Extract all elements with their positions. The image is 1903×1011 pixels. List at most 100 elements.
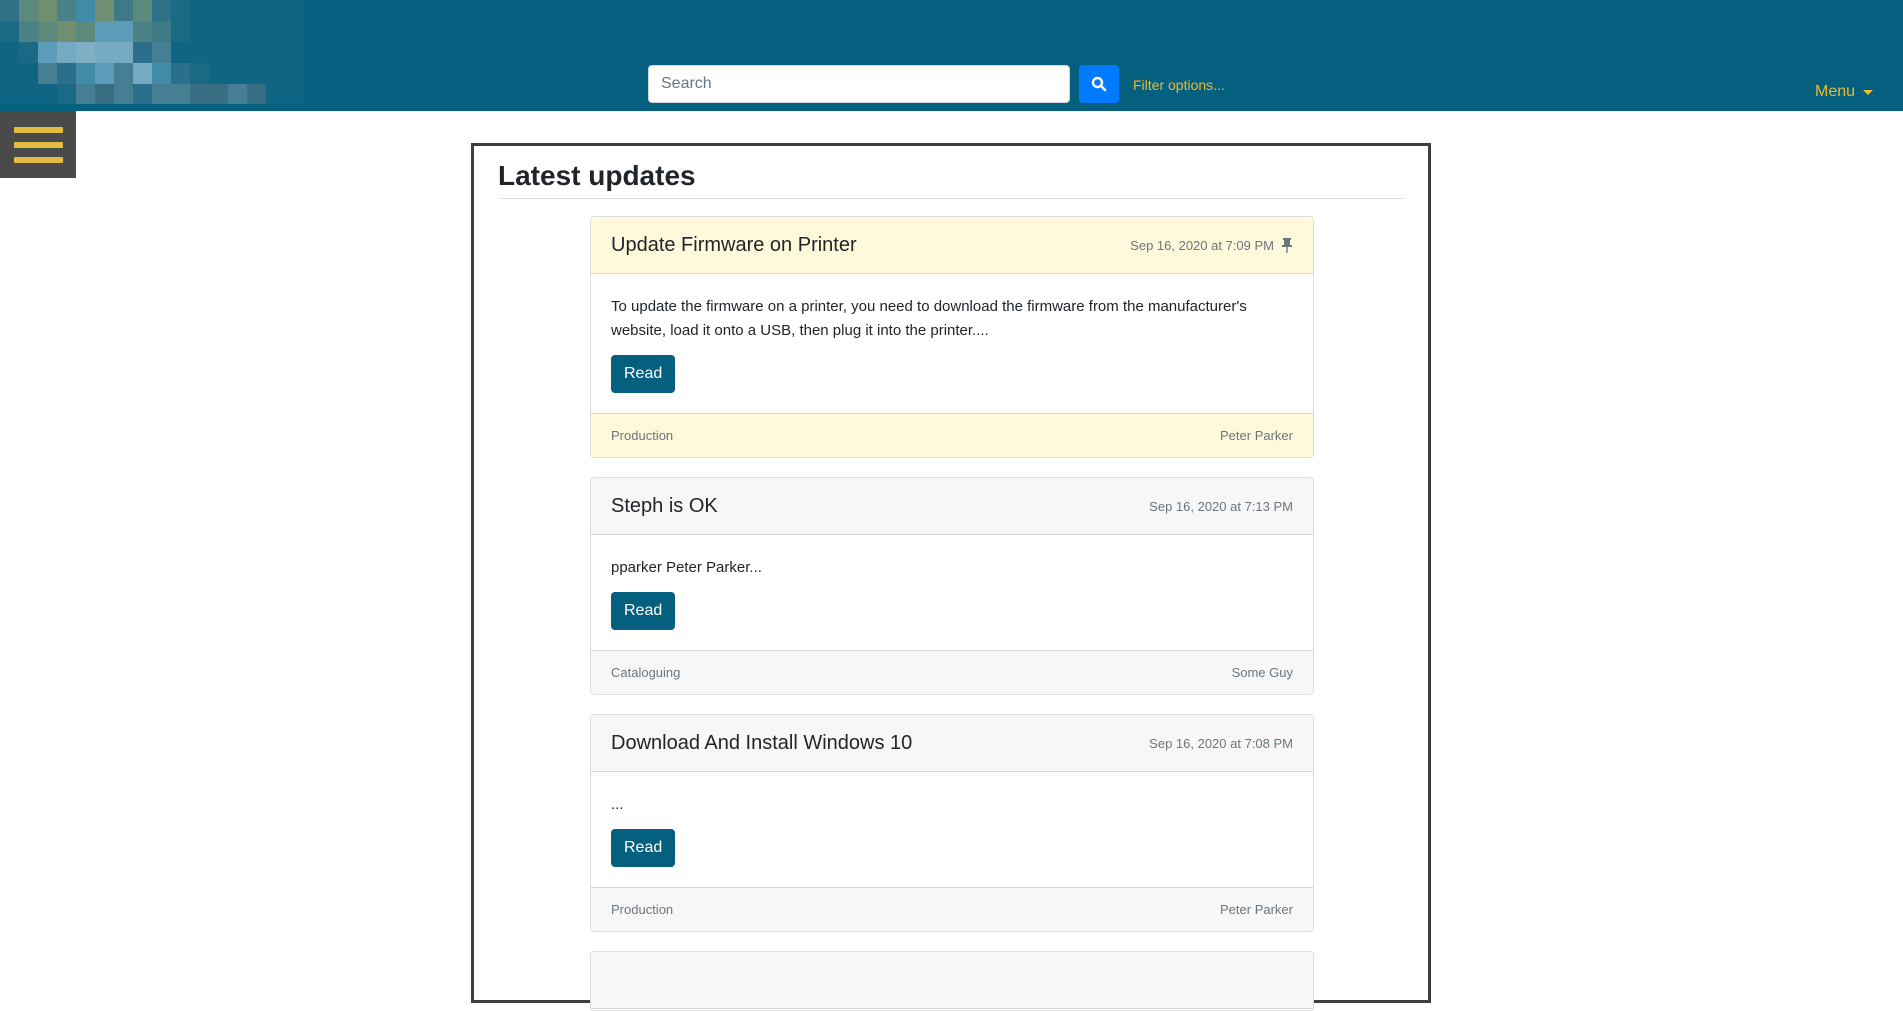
card-meta: Sep 16, 2020 at 7:08 PM bbox=[1149, 736, 1293, 751]
hamburger-icon-bar bbox=[13, 156, 63, 163]
menu-dropdown-toggle[interactable]: Menu bbox=[1815, 83, 1874, 101]
menu-label: Menu bbox=[1815, 83, 1856, 100]
logo-pixel bbox=[266, 42, 285, 63]
logo-pixel bbox=[285, 21, 304, 42]
logo-pixel bbox=[171, 0, 190, 21]
logo-pixel bbox=[209, 84, 228, 104]
logo-pixel bbox=[38, 42, 57, 63]
logo-pixel bbox=[266, 84, 285, 104]
page-title: Latest updates bbox=[498, 160, 696, 191]
card-header: Steph is OK Sep 16, 2020 at 7:13 PM bbox=[591, 478, 1313, 535]
site-logo[interactable] bbox=[0, 0, 304, 104]
card-footer: Cataloguing Some Guy bbox=[591, 650, 1313, 694]
read-button[interactable]: Read bbox=[611, 592, 676, 630]
logo-pixel bbox=[38, 84, 57, 104]
card-date: Sep 16, 2020 at 7:13 PM bbox=[1149, 498, 1293, 514]
card-excerpt: pparker Peter Parker... bbox=[611, 559, 762, 576]
logo-pixel bbox=[285, 84, 304, 104]
logo-pixel bbox=[114, 21, 133, 42]
logo-pixel bbox=[0, 21, 19, 42]
logo-pixel bbox=[285, 63, 304, 84]
hamburger-icon-bar bbox=[13, 126, 63, 133]
logo-pixel bbox=[171, 21, 190, 42]
logo-pixel bbox=[76, 42, 95, 63]
logo-pixel bbox=[38, 0, 57, 21]
logo-pixel bbox=[114, 63, 133, 84]
logo-pixel bbox=[76, 84, 95, 104]
logo-pixel bbox=[190, 63, 209, 84]
card-category: Production bbox=[611, 902, 674, 917]
logo-pixel bbox=[133, 84, 152, 104]
logo-pixel bbox=[285, 42, 304, 63]
logo-pixel bbox=[19, 84, 38, 104]
logo-pixel bbox=[171, 63, 190, 84]
logo-pixel bbox=[152, 21, 171, 42]
logo-pixel bbox=[57, 84, 76, 104]
logo-pixel bbox=[171, 84, 190, 104]
hamburger-menu-button[interactable] bbox=[0, 111, 76, 178]
logo-pixel bbox=[114, 0, 133, 21]
update-card: Update Firmware on Printer Sep 16, 2020 … bbox=[590, 216, 1314, 458]
logo-pixel bbox=[247, 63, 266, 84]
logo-pixel bbox=[114, 84, 133, 104]
top-navbar: Filter options... Menu bbox=[0, 0, 1903, 111]
logo-pixel bbox=[190, 42, 209, 63]
logo-pixel bbox=[209, 42, 228, 63]
card-excerpt: To update the firmware on a printer, you… bbox=[611, 298, 1247, 339]
logo-pixel bbox=[19, 0, 38, 21]
logo-pixel bbox=[0, 0, 19, 21]
update-card: Download And Install Windows 10 Sep 16, … bbox=[590, 714, 1314, 932]
logo-pixel bbox=[19, 21, 38, 42]
logo-pixel bbox=[0, 42, 19, 63]
logo-pixel bbox=[247, 21, 266, 42]
logo-pixel bbox=[95, 42, 114, 63]
logo-pixel bbox=[133, 21, 152, 42]
logo-pixel bbox=[266, 21, 285, 42]
card-title: Steph is OK bbox=[611, 494, 718, 517]
logo-pixel bbox=[38, 21, 57, 42]
logo-pixel bbox=[228, 0, 247, 21]
logo-pixel bbox=[190, 0, 209, 21]
card-author: Peter Parker bbox=[1220, 428, 1293, 443]
logo-pixel bbox=[171, 42, 190, 63]
card-title: Download And Install Windows 10 bbox=[611, 731, 913, 754]
read-button[interactable]: Read bbox=[611, 829, 676, 867]
search-input[interactable] bbox=[648, 65, 1070, 103]
filter-options-link[interactable]: Filter options... bbox=[1133, 77, 1225, 93]
logo-pixel bbox=[152, 0, 171, 21]
search-button[interactable] bbox=[1079, 65, 1119, 103]
card-title: Update Firmware on Printer bbox=[611, 233, 857, 256]
logo-pixel bbox=[95, 63, 114, 84]
logo-pixel bbox=[57, 42, 76, 63]
card-date: Sep 16, 2020 at 7:09 PM bbox=[1130, 237, 1274, 253]
card-category: Production bbox=[611, 428, 674, 443]
read-button[interactable]: Read bbox=[611, 355, 676, 393]
caret-down-icon bbox=[1863, 89, 1874, 95]
logo-pixel bbox=[133, 0, 152, 21]
latest-updates-panel: Latest updates Update Firmware on Printe… bbox=[471, 143, 1431, 1011]
logo-pixel bbox=[209, 63, 228, 84]
card-header: Download And Install Windows 10 Sep 16, … bbox=[591, 715, 1313, 772]
card-footer: Production Peter Parker bbox=[591, 413, 1313, 457]
logo-pixel bbox=[266, 0, 285, 21]
card-header: Update Firmware on Printer Sep 16, 2020 … bbox=[591, 217, 1313, 274]
pin-icon bbox=[1282, 237, 1292, 253]
card-category: Cataloguing bbox=[611, 665, 681, 680]
logo-pixel bbox=[190, 84, 209, 104]
card-author: Some Guy bbox=[1231, 665, 1293, 680]
logo-pixel bbox=[133, 63, 152, 84]
logo-pixel bbox=[0, 84, 19, 104]
card-header bbox=[591, 952, 1313, 1009]
logo-pixel bbox=[209, 0, 228, 21]
logo-pixel bbox=[76, 0, 95, 21]
logo-pixel bbox=[95, 0, 114, 21]
logo-pixel bbox=[152, 84, 171, 104]
logo-pixel bbox=[190, 21, 209, 42]
logo-pixel bbox=[209, 21, 228, 42]
logo-pixel bbox=[228, 42, 247, 63]
title-divider bbox=[499, 198, 1405, 199]
logo-pixel bbox=[57, 63, 76, 84]
card-body: pparker Peter Parker... Read bbox=[591, 535, 1313, 650]
hamburger-icon-bar bbox=[13, 141, 63, 148]
logo-pixel bbox=[285, 0, 304, 21]
